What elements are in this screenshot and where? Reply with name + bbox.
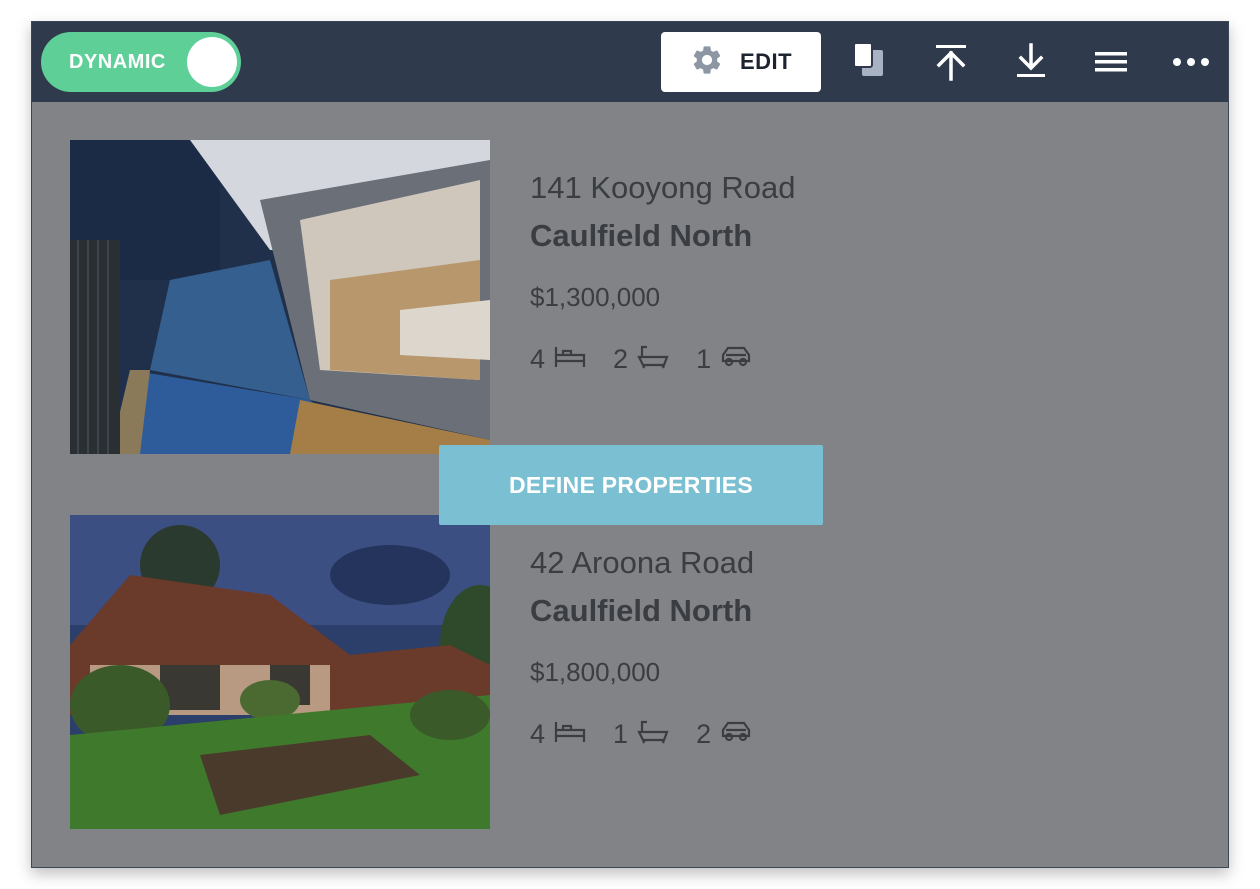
gear-icon bbox=[690, 43, 724, 82]
download-icon[interactable] bbox=[1011, 42, 1051, 82]
property-photo bbox=[70, 515, 490, 829]
listing-price: $1,800,000 bbox=[530, 657, 661, 687]
bath-icon bbox=[636, 343, 670, 376]
more-icon[interactable] bbox=[1171, 42, 1211, 82]
bath-icon bbox=[636, 718, 670, 751]
upload-icon[interactable] bbox=[931, 42, 971, 82]
edit-button[interactable]: EDIT bbox=[661, 32, 821, 92]
bedroom-count: 4 bbox=[530, 344, 546, 374]
listing-suburb: Caulfield North bbox=[530, 593, 753, 628]
menu-icon[interactable] bbox=[1091, 42, 1131, 82]
bathroom-count: 1 bbox=[613, 719, 629, 749]
dynamic-toggle-label: DYNAMIC bbox=[69, 51, 166, 73]
car-icon bbox=[719, 343, 753, 376]
duplicate-icon[interactable] bbox=[851, 42, 891, 82]
listing-features: 4 2 1 bbox=[530, 343, 795, 376]
listing-card[interactable]: 141 Kooyong Road Caulfield North $1,300,… bbox=[70, 140, 1170, 456]
bed-icon bbox=[553, 718, 587, 751]
carspace-count: 1 bbox=[696, 344, 712, 374]
listing-features: 4 1 2 bbox=[530, 718, 779, 751]
listing-street: 42 Aroona Road bbox=[530, 545, 755, 580]
bed-icon bbox=[553, 343, 587, 376]
listing-info: 42 Aroona Road Caulfield North $1,800,00… bbox=[530, 545, 779, 751]
listings-content: 141 Kooyong Road Caulfield North $1,300,… bbox=[32, 102, 1228, 869]
define-properties-button[interactable]: DEFINE PROPERTIES bbox=[439, 445, 823, 525]
listing-street: 141 Kooyong Road bbox=[530, 170, 796, 205]
listing-card[interactable]: 42 Aroona Road Caulfield North $1,800,00… bbox=[70, 515, 1170, 831]
listing-price: $1,300,000 bbox=[530, 282, 661, 312]
toggle-knob bbox=[187, 37, 237, 87]
listing-suburb: Caulfield North bbox=[530, 218, 753, 253]
listing-info: 141 Kooyong Road Caulfield North $1,300,… bbox=[530, 170, 795, 376]
bedroom-count: 4 bbox=[530, 719, 546, 749]
car-icon bbox=[719, 718, 753, 751]
carspace-count: 2 bbox=[696, 719, 712, 749]
toolbar: DYNAMIC EDIT bbox=[32, 22, 1228, 102]
widget-frame: DYNAMIC EDIT 141 Kooyong Road Caulfield … bbox=[31, 21, 1229, 868]
edit-button-label: EDIT bbox=[739, 49, 793, 74]
dynamic-toggle[interactable]: DYNAMIC bbox=[41, 32, 241, 92]
bathroom-count: 2 bbox=[613, 344, 629, 374]
property-photo bbox=[70, 140, 490, 454]
